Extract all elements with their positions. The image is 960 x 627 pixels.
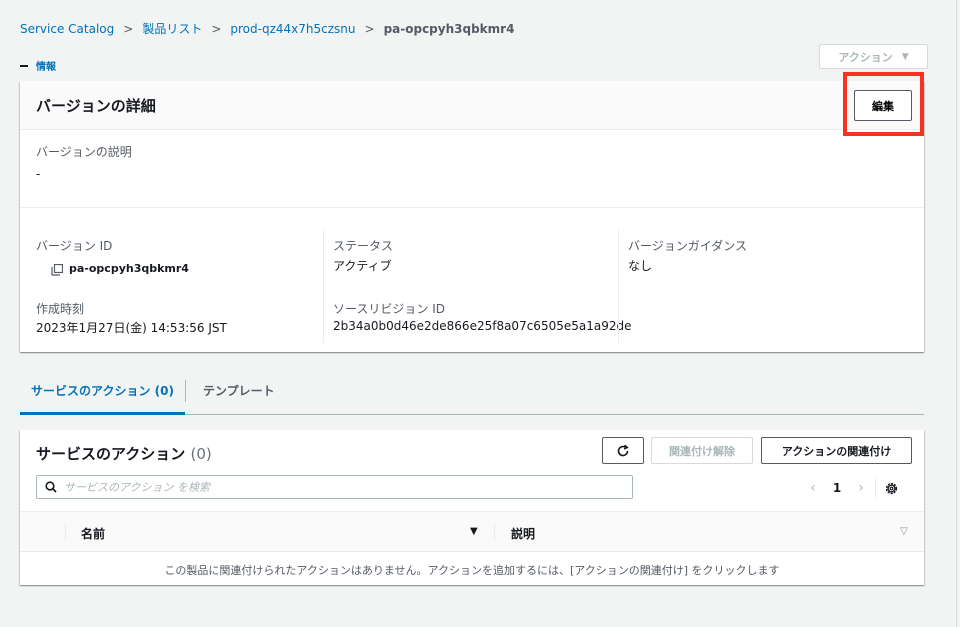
status-label: ステータス [333,239,394,253]
version-details-header: バージョンの詳細 編集 [20,81,924,130]
breadcrumb-service-catalog[interactable]: Service Catalog [20,22,114,36]
version-id-label: バージョン ID [36,239,113,253]
collapse-dash-icon[interactable] [20,64,28,67]
service-actions-panel: サービスのアクション (0) 関連付け解除 アクションの関連付け サービスのアク… [20,430,924,585]
gear-icon[interactable] [884,481,899,496]
column-divider [323,230,324,343]
column-name-header[interactable]: 名前 [81,525,105,542]
table-header: 名前 ▼ 説明 ▽ [20,511,924,552]
column-separator [65,523,66,541]
info-link[interactable]: 情報 [36,58,56,73]
service-actions-count: (0) [190,445,212,463]
chevron-right-icon[interactable]: › [853,480,869,496]
search-icon [45,481,57,493]
status-value: アクティブ [333,259,392,273]
version-guidance-label: バージョンガイダンス [628,239,748,253]
section-divider [20,207,924,208]
chevron-left-icon[interactable]: ‹ [805,480,821,496]
version-guidance-value: なし [628,259,653,273]
info-row: 情報 [20,58,56,73]
version-description-value: - [36,167,41,181]
edit-button-highlight [843,72,924,136]
page-border [956,0,957,627]
caret-down-icon: ▼ [901,51,909,62]
breadcrumb-product-list[interactable]: 製品リスト [142,20,202,37]
breadcrumb-current-version: pa-opcpyh3qbkmr4 [383,21,515,36]
column-description-header[interactable]: 説明 [511,525,535,542]
actions-dropdown-label: アクション [838,50,893,64]
pager-divider [875,478,876,498]
version-details-title: バージョンの詳細 [36,97,156,115]
source-revision-label: ソースリビジョン ID [333,302,445,316]
tab-bar: サービスのアクション (0) テンプレート [20,379,924,415]
version-id-value: pa-opcpyh3qbkmr4 [69,262,189,275]
tab-templates[interactable]: テンプレート [203,379,275,415]
actions-dropdown[interactable]: アクション ▼ [819,44,928,69]
source-revision-value: 2b34a0b0d46e2de866e25f8a07c6505e5a1a92de [333,319,632,333]
column-separator [494,523,495,541]
created-time-value: 2023年1月27日(金) 14:53:56 JST [36,321,227,335]
copy-icon[interactable] [51,264,63,276]
breadcrumb-separator-icon: > [364,21,375,36]
breadcrumb-product-id[interactable]: prod-qz44x7h5czsnu [230,22,355,36]
service-actions-title-text: サービスのアクション [36,445,186,463]
breadcrumb-separator-icon: > [211,21,222,36]
search-placeholder: サービスのアクション を検索 [64,481,210,494]
breadcrumb-separator-icon: > [123,21,134,36]
version-details-panel: バージョンの詳細 編集 バージョンの説明 - バージョン ID pa-opcpy… [20,81,924,352]
tab-separator [185,380,186,402]
breadcrumb: Service Catalog > 製品リスト > prod-qz44x7h5c… [20,20,514,37]
empty-table-message: この製品に関連付けられたアクションはありません。アクションを追加するには、[アク… [164,564,780,577]
created-time-label: 作成時刻 [36,302,85,316]
sort-down-icon[interactable]: ▼ [470,526,478,537]
refresh-button[interactable] [602,437,644,464]
column-divider [618,230,619,343]
page-number[interactable]: 1 [821,481,853,495]
disassociate-button[interactable]: 関連付け解除 [651,437,753,464]
associate-action-button[interactable]: アクションの関連付け [761,437,912,464]
tab-service-actions[interactable]: サービスのアクション (0) [20,379,185,415]
refresh-icon [617,444,629,456]
pagination: ‹ 1 › [805,478,899,498]
service-actions-title: サービスのアクション (0) [36,443,212,464]
search-input[interactable]: サービスのアクション を検索 [36,475,633,499]
version-description-label: バージョンの説明 [36,145,132,159]
sort-outline-down-icon[interactable]: ▽ [900,526,908,537]
